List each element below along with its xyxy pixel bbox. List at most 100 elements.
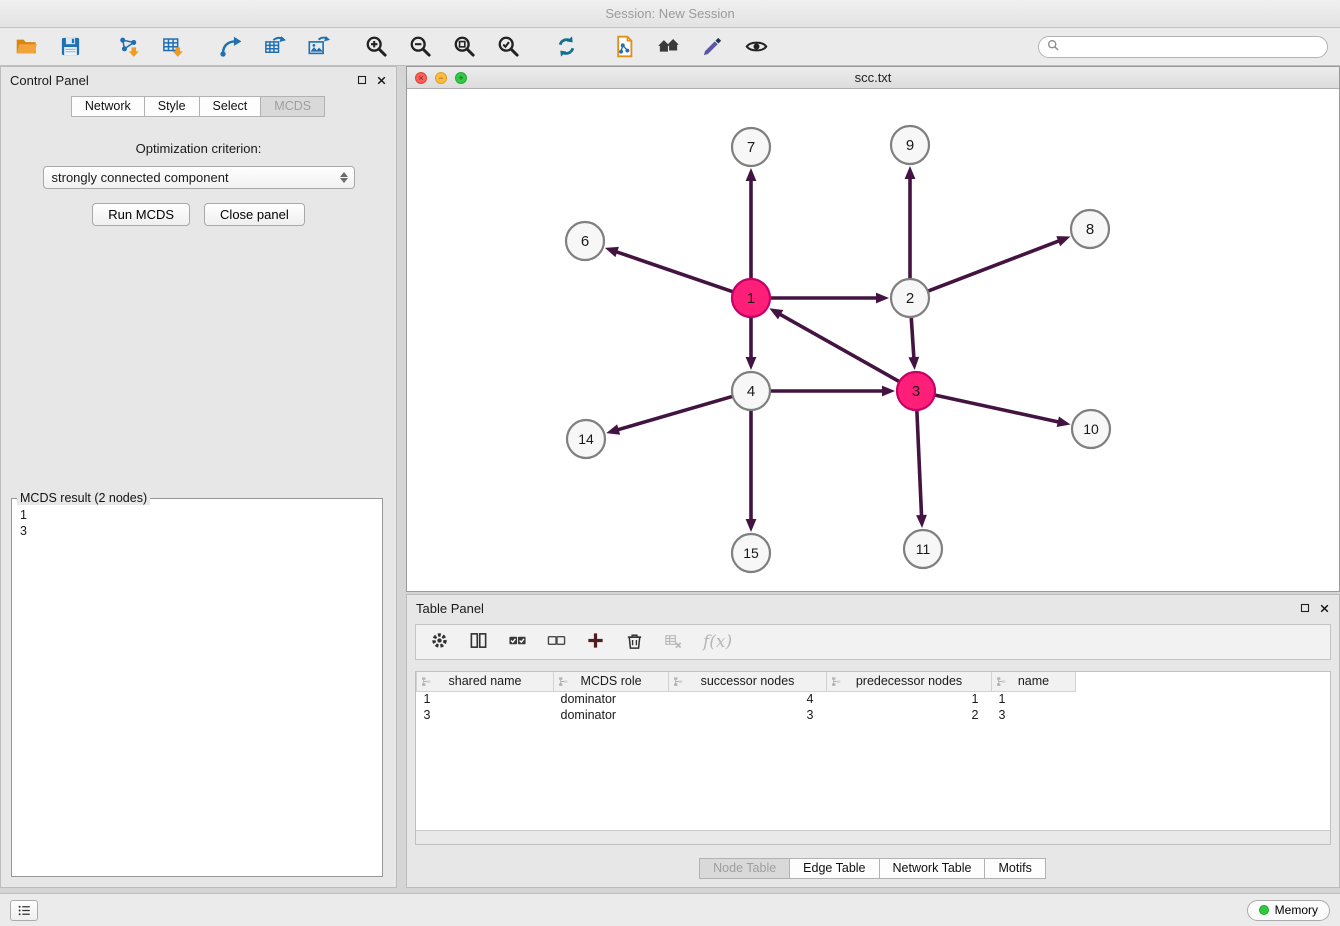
houses-button[interactable] [654,33,682,61]
close-window-button[interactable]: × [415,72,427,84]
toolbar-groups [12,33,800,61]
graph-edge-4-15[interactable] [746,410,757,532]
graph-node-4[interactable]: 4 [732,372,770,410]
close-panel-pushbutton[interactable]: Close panel [204,203,305,226]
add-button[interactable] [586,631,605,653]
table-cell[interactable]: 1 [992,691,1076,707]
status-list-button[interactable] [10,900,38,921]
split-columns-icon [469,631,488,653]
graph-node-8[interactable]: 8 [1071,210,1109,248]
graph-edge-4-3[interactable] [770,386,895,397]
export-table-button[interactable] [260,33,288,61]
graph-node-11[interactable]: 11 [904,530,942,568]
import-table-button[interactable] [158,33,186,61]
run-mcds-button[interactable]: Run MCDS [92,203,190,226]
tab-network-table[interactable]: Network Table [879,858,986,879]
tab-node-table[interactable]: Node Table [699,858,790,879]
deselect-all-button[interactable] [547,631,566,653]
table-cell[interactable]: 4 [669,691,827,707]
graph-edge-1-7[interactable] [746,168,757,279]
graph-edge-3-10[interactable] [935,395,1071,427]
graph-edge-3-11[interactable] [916,410,927,528]
gear-button[interactable] [430,631,449,653]
graph-edge-2-3[interactable] [908,317,919,370]
export-image-button[interactable] [304,33,332,61]
network-canvas[interactable]: 7 9 6 8 1 2 4 3 14 10 15 11 [407,89,1339,591]
table-cell[interactable]: 3 [669,707,827,723]
column-sort-icon [673,676,684,690]
graph-edge-2-9[interactable] [905,166,916,279]
tab-motifs[interactable]: Motifs [984,858,1045,879]
layout-refresh-icon [555,35,578,58]
graph-edge-1-6[interactable] [605,247,733,292]
column-header-name[interactable]: name [992,672,1076,691]
table-cell[interactable]: 1 [827,691,992,707]
column-header-successor-nodes[interactable]: successor nodes [669,672,827,691]
graph-node-1[interactable]: 1 [732,279,770,317]
optimization-criterion-select[interactable]: strongly connected component [43,166,355,189]
doc-network-button[interactable] [610,33,638,61]
graph-node-14[interactable]: 14 [567,420,605,458]
paint-button[interactable] [698,33,726,61]
deselect-all-icon [547,631,566,653]
graph-edge-1-4[interactable] [746,317,757,370]
column-header-mcds-role[interactable]: MCDS role [554,672,669,691]
zoom-in-button[interactable] [362,33,390,61]
float-table-panel-button[interactable] [1300,603,1310,614]
column-header-predecessor-nodes[interactable]: predecessor nodes [827,672,992,691]
svg-text:14: 14 [578,431,594,447]
eye-button[interactable] [742,33,770,61]
zoom-out-button[interactable] [406,33,434,61]
minimize-window-button[interactable]: − [435,72,447,84]
export-network-button[interactable] [216,33,244,61]
tab-select[interactable]: Select [199,96,262,117]
split-columns-button[interactable] [469,631,488,653]
network-window-titlebar[interactable]: ×−+ scc.txt [407,67,1339,89]
zoom-selected-button[interactable] [494,33,522,61]
toolbar-group [552,33,580,61]
trash-button[interactable] [625,631,644,653]
search-field[interactable] [1038,36,1328,58]
table-cell[interactable]: 3 [417,707,554,723]
tab-style[interactable]: Style [144,96,200,117]
zoom-fit-button[interactable] [450,33,478,61]
memory-button[interactable]: Memory [1247,900,1330,921]
table-cell-filler [1076,707,1331,723]
table-row[interactable]: 3dominator323 [417,707,1331,723]
import-network-button[interactable] [114,33,142,61]
table-cell[interactable]: 1 [417,691,554,707]
select-all-button[interactable] [508,631,527,653]
column-sort-icon [831,676,842,690]
float-panel-button[interactable] [357,75,367,86]
tab-edge-table[interactable]: Edge Table [789,858,879,879]
save-button[interactable] [56,33,84,61]
tab-mcds[interactable]: MCDS [260,96,325,117]
search-input[interactable] [1065,40,1319,54]
close-panel-button[interactable] [376,75,387,86]
graph-node-2[interactable]: 2 [891,279,929,317]
graph-node-6[interactable]: 6 [566,222,604,260]
graph-node-9[interactable]: 9 [891,126,929,164]
table-cell[interactable]: dominator [554,691,669,707]
zoom-window-button[interactable]: + [455,72,467,84]
open-folder-button[interactable] [12,33,40,61]
graph-node-15[interactable]: 15 [732,534,770,572]
graph-edge-1-2[interactable] [770,293,889,304]
table-row[interactable]: 1dominator411 [417,691,1331,707]
horizontal-scrollbar[interactable] [416,830,1330,844]
tab-network[interactable]: Network [71,96,145,117]
graph-edge-2-8[interactable] [928,236,1071,291]
graph-node-7[interactable]: 7 [732,128,770,166]
graph-node-3[interactable]: 3 [897,372,935,410]
graph-edge-4-14[interactable] [606,396,733,434]
svg-text:7: 7 [747,139,755,156]
graph-edge-3-1[interactable] [769,308,899,381]
data-table: shared nameMCDS rolesuccessor nodesprede… [416,672,1330,723]
close-table-panel-button[interactable] [1319,603,1330,614]
table-cell[interactable]: 2 [827,707,992,723]
column-header-shared-name[interactable]: shared name [417,672,554,691]
table-cell[interactable]: dominator [554,707,669,723]
layout-refresh-button[interactable] [552,33,580,61]
table-cell[interactable]: 3 [992,707,1076,723]
graph-node-10[interactable]: 10 [1072,410,1110,448]
